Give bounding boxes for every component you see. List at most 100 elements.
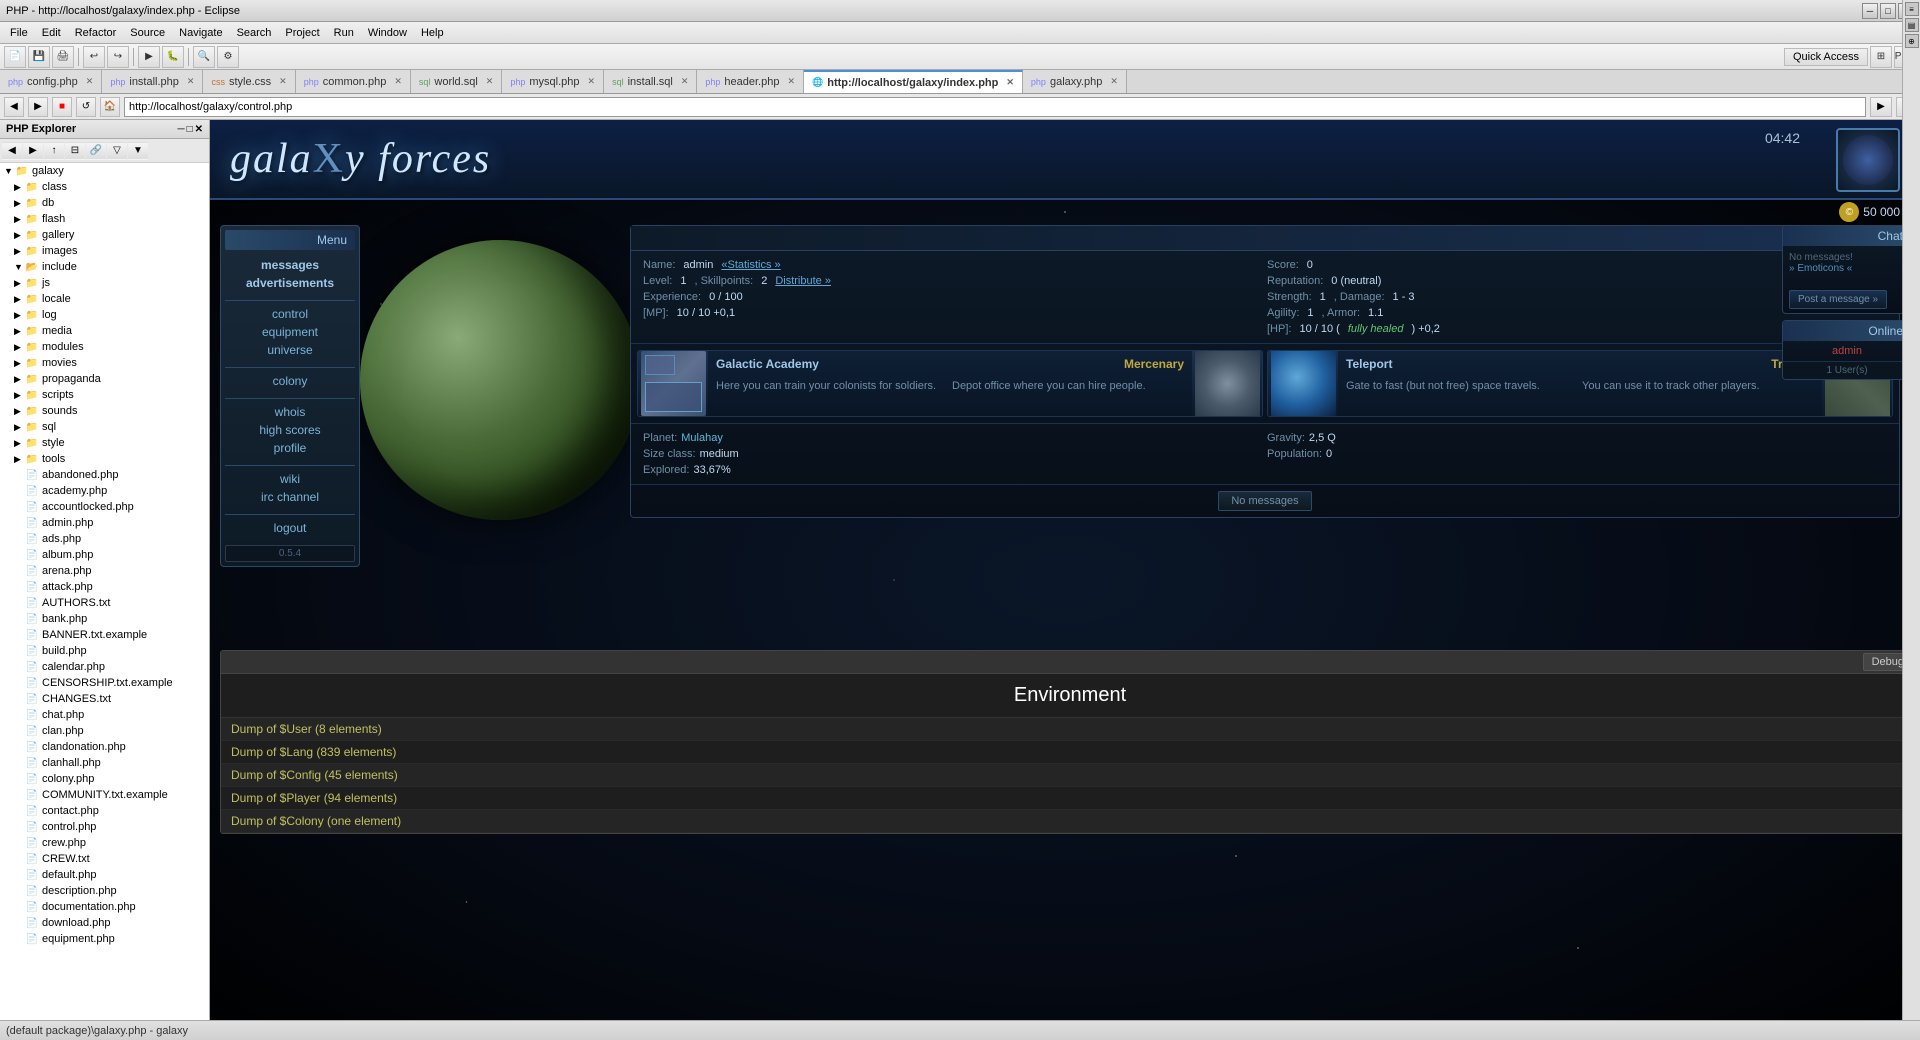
tab-config[interactable]: php config.php ✕	[0, 70, 102, 93]
tree-item-propaganda[interactable]: ▶ 📁 propaganda	[0, 371, 209, 387]
sidebar-menu-btn[interactable]: ▼	[128, 142, 148, 160]
print-button[interactable]: 🖨	[52, 46, 74, 68]
galactic-academy-card[interactable]: Galactic Academy Mercenary Here you can …	[637, 350, 1263, 417]
tree-item-academy[interactable]: 📄 academy.php	[0, 483, 209, 499]
tree-item-accountlocked[interactable]: 📄 accountlocked.php	[0, 499, 209, 515]
dump-config[interactable]: Dump of $Config (45 elements)	[221, 764, 1919, 787]
tree-toggle-db[interactable]: ▶	[14, 198, 24, 209]
tree-toggle-movies[interactable]: ▶	[14, 358, 24, 369]
tree-toggle-gallery[interactable]: ▶	[14, 230, 24, 241]
stat-statistics-link[interactable]: «Statistics »	[721, 259, 780, 271]
tab-world-close[interactable]: ✕	[486, 76, 494, 87]
sidebar-forward-btn[interactable]: ▶	[23, 142, 43, 160]
tree-item-censorship[interactable]: 📄 CENSORSHIP.txt.example	[0, 675, 209, 691]
refresh-button[interactable]: ↺	[76, 97, 96, 117]
tree-toggle-js[interactable]: ▶	[14, 278, 24, 289]
tree-toggle-sounds[interactable]: ▶	[14, 406, 24, 417]
sidebar-link-btn[interactable]: 🔗	[86, 142, 106, 160]
tree-item-style[interactable]: ▶ 📁 style	[0, 435, 209, 451]
menu-link-highscores[interactable]: high scores	[225, 421, 355, 439]
tree-toggle-locale[interactable]: ▶	[14, 294, 24, 305]
tree-item-default[interactable]: 📄 default.php	[0, 867, 209, 883]
chat-emoticons-link[interactable]: » Emoticons «	[1789, 263, 1905, 274]
menu-link-profile[interactable]: profile	[225, 439, 355, 457]
sidebar-minimize[interactable]: ─	[177, 124, 184, 135]
tree-toggle-tools[interactable]: ▶	[14, 454, 24, 465]
tree-item-chat[interactable]: 📄 chat.php	[0, 707, 209, 723]
tab-install-sql-close[interactable]: ✕	[681, 76, 689, 87]
menu-run[interactable]: Run	[328, 25, 360, 41]
menu-search[interactable]: Search	[231, 25, 278, 41]
quick-access-button[interactable]: Quick Access	[1784, 48, 1868, 66]
tab-install[interactable]: php install.php ✕	[102, 70, 203, 93]
tree-item-sql[interactable]: ▶ 📁 sql	[0, 419, 209, 435]
tree-item-scripts[interactable]: ▶ 📁 scripts	[0, 387, 209, 403]
menu-edit[interactable]: Edit	[36, 25, 67, 41]
tab-header[interactable]: php header.php ✕	[697, 70, 804, 93]
go-button[interactable]: ▶	[1870, 97, 1892, 117]
menu-link-wiki[interactable]: wiki	[225, 470, 355, 488]
dump-lang[interactable]: Dump of $Lang (839 elements)	[221, 741, 1919, 764]
tree-root-galaxy[interactable]: ▼ 📁 galaxy	[0, 163, 209, 179]
tree-item-clan[interactable]: 📄 clan.php	[0, 723, 209, 739]
tree-item-download[interactable]: 📄 download.php	[0, 915, 209, 931]
save-button[interactable]: 💾	[28, 46, 50, 68]
home-button[interactable]: 🏠	[100, 97, 120, 117]
tree-item-js[interactable]: ▶ 📁 js	[0, 275, 209, 291]
tree-toggle-galaxy[interactable]: ▼	[4, 166, 14, 176]
tree-item-log[interactable]: ▶ 📁 log	[0, 307, 209, 323]
tree-item-sounds[interactable]: ▶ 📁 sounds	[0, 403, 209, 419]
tree-toggle-scripts[interactable]: ▶	[14, 390, 24, 401]
tree-item-include[interactable]: ▼ 📂 include	[0, 259, 209, 275]
tree-item-attack[interactable]: 📄 attack.php	[0, 579, 209, 595]
tree-item-changes[interactable]: 📄 CHANGES.txt	[0, 691, 209, 707]
tab-galaxy-index[interactable]: 🌐 http://localhost/galaxy/index.php ✕	[804, 70, 1023, 93]
menu-link-irc[interactable]: irc channel	[225, 488, 355, 506]
address-input[interactable]	[124, 97, 1866, 117]
tree-item-bank[interactable]: 📄 bank.php	[0, 611, 209, 627]
tree-item-gallery[interactable]: ▶ 📁 gallery	[0, 227, 209, 243]
tree-item-album[interactable]: 📄 album.php	[0, 547, 209, 563]
tree-toggle-modules[interactable]: ▶	[14, 342, 24, 353]
tab-galaxy-php-close[interactable]: ✕	[1110, 76, 1118, 87]
tree-item-authors[interactable]: 📄 AUTHORS.txt	[0, 595, 209, 611]
menu-help[interactable]: Help	[415, 25, 450, 41]
tree-item-community[interactable]: 📄 COMMUNITY.txt.example	[0, 787, 209, 803]
stop-button[interactable]: ■	[52, 97, 72, 117]
margin-btn-1[interactable]: ≡	[1905, 2, 1919, 16]
tree-item-images[interactable]: ▶ 📁 images	[0, 243, 209, 259]
tree-item-description[interactable]: 📄 description.php	[0, 883, 209, 899]
dump-user[interactable]: Dump of $User (8 elements)	[221, 718, 1919, 741]
no-messages-button[interactable]: No messages	[1218, 491, 1311, 511]
tab-common-close[interactable]: ✕	[394, 76, 402, 87]
undo-button[interactable]: ↩	[83, 46, 105, 68]
menu-link-universe[interactable]: universe	[225, 341, 355, 359]
menu-link-colony[interactable]: colony	[225, 372, 355, 390]
tab-install-sql[interactable]: sql install.sql ✕	[604, 70, 697, 93]
tab-style[interactable]: css style.css ✕	[203, 70, 295, 93]
tree-toggle-propaganda[interactable]: ▶	[14, 374, 24, 385]
sidebar-back-btn[interactable]: ◀	[2, 142, 22, 160]
tree-item-build[interactable]: 📄 build.php	[0, 643, 209, 659]
tree-item-contact[interactable]: 📄 contact.php	[0, 803, 209, 819]
sidebar-close[interactable]: ✕	[195, 124, 203, 135]
tree-item-arena[interactable]: 📄 arena.php	[0, 563, 209, 579]
dump-player[interactable]: Dump of $Player (94 elements)	[221, 787, 1919, 810]
sidebar-up-btn[interactable]: ↑	[44, 142, 64, 160]
tab-galaxy-php[interactable]: php galaxy.php ✕	[1023, 70, 1127, 93]
tab-world[interactable]: sql world.sql ✕	[411, 70, 502, 93]
new-button[interactable]: 📄	[4, 46, 26, 68]
menu-link-advertisements[interactable]: advertisements	[225, 274, 355, 292]
tree-item-control[interactable]: 📄 control.php	[0, 819, 209, 835]
tree-item-modules[interactable]: ▶ 📁 modules	[0, 339, 209, 355]
tree-toggle-include[interactable]: ▼	[14, 262, 24, 272]
tree-item-movies[interactable]: ▶ 📁 movies	[0, 355, 209, 371]
dump-colony[interactable]: Dump of $Colony (one element)	[221, 810, 1919, 833]
tab-mysql[interactable]: php mysql.php ✕	[502, 70, 604, 93]
planet-name-value[interactable]: Mulahay	[681, 432, 723, 444]
maximize-button[interactable]: □	[1880, 3, 1896, 19]
tree-item-calendar[interactable]: 📄 calendar.php	[0, 659, 209, 675]
menu-window[interactable]: Window	[362, 25, 413, 41]
debug-button[interactable]: 🐛	[162, 46, 184, 68]
tree-toggle-sql[interactable]: ▶	[14, 422, 24, 433]
